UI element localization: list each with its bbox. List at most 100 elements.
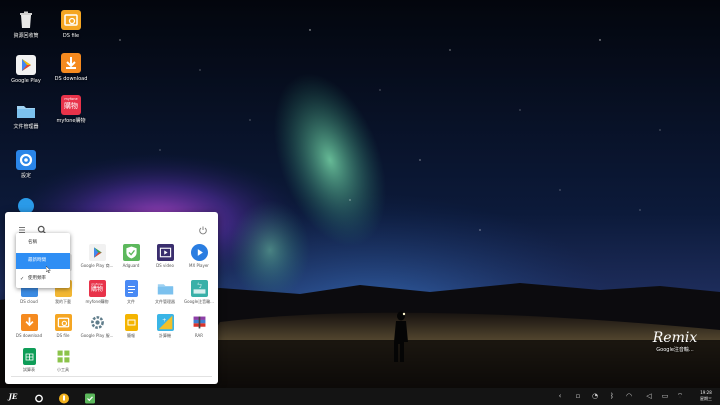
app-tile-slides[interactable]: 簡報	[113, 314, 149, 338]
wifi-icon[interactable]: ◠	[624, 391, 634, 401]
app-label: 文件管理器	[155, 299, 175, 304]
app-tile-ds-file[interactable]: DS file	[45, 314, 81, 338]
volume-icon[interactable]: ◁	[644, 391, 654, 401]
tray-expand-icon[interactable]: ‹	[555, 391, 565, 401]
ds-download-icon	[20, 314, 38, 331]
desktop-icon-label: myfone購物	[56, 118, 86, 124]
desktop-icon-settings[interactable]: 設定	[0, 150, 52, 179]
app-tile-google-play[interactable]: Google Play 商...	[79, 244, 115, 268]
sort-option-frequency[interactable]: ✓ 使用頻率	[16, 271, 70, 287]
play-icon	[190, 244, 208, 261]
mouse-cursor	[45, 258, 51, 274]
app-label: Google Play 服...	[80, 333, 114, 338]
video-icon	[156, 244, 174, 261]
power-icon[interactable]	[198, 220, 208, 235]
myfone-icon: myfone 購物	[61, 95, 81, 115]
app-label: Google Play 商...	[80, 263, 114, 268]
watermark-label: Google注音輸...	[656, 347, 694, 353]
app-tile-mx-player[interactable]: MX Player	[181, 244, 217, 268]
app-tile-rar[interactable]: RAR	[181, 314, 217, 338]
desktop-icon-ds-download[interactable]: DS download	[45, 53, 97, 82]
app-tile-calculator[interactable]: + 計算機	[147, 314, 183, 338]
keyboard-icon[interactable]: ▭	[660, 391, 670, 401]
app-tile-play-services[interactable]: Google Play 服...	[79, 314, 115, 338]
play-store-icon	[88, 244, 106, 261]
folder-icon	[157, 280, 174, 297]
app-label: 計算機	[159, 333, 171, 338]
search-icon[interactable]	[37, 220, 47, 235]
app-label: DS video	[156, 263, 174, 268]
wifi-signal-icon[interactable]: ⌔	[675, 391, 685, 401]
sort-icon[interactable]	[17, 220, 27, 233]
sheets-icon	[22, 348, 36, 365]
myfone-icon: myfone 購物	[88, 280, 106, 297]
app-label: DS download	[15, 333, 43, 338]
play-store-icon	[16, 55, 36, 75]
app-label: Adguard	[122, 263, 140, 268]
app-label: Google注音輸...	[184, 299, 214, 304]
tray-app-icon[interactable]: ▫	[573, 391, 583, 401]
desktop-icon-ds-file[interactable]: DS file	[45, 10, 97, 39]
myfone-badge-big: 購物	[64, 102, 78, 110]
shield-icon	[122, 244, 140, 261]
sort-option-name[interactable]: 名稱	[16, 235, 70, 251]
svg-text:ㄅ: ㄅ	[196, 282, 202, 290]
menu-divider	[11, 376, 212, 377]
app-tile-ds-video[interactable]: DS video	[147, 244, 183, 268]
slides-icon	[124, 314, 138, 331]
remix-logo-text: Remix	[652, 330, 698, 346]
check-icon: ✓	[20, 276, 25, 282]
app-tile-ds-download[interactable]: DS download	[11, 314, 47, 338]
app-tile-google-zhuyin[interactable]: ㄅ Google注音輸...	[181, 280, 217, 304]
document-icon	[124, 280, 138, 297]
app-label: MX Player	[189, 263, 209, 268]
widgets-icon	[55, 348, 72, 365]
folder-icon	[16, 101, 36, 121]
app-label: DS cloud	[20, 299, 38, 304]
desktop-icon-label: DS file	[62, 33, 80, 39]
sort-dropdown: 名稱 最新時間 ✓ 使用頻率	[16, 233, 70, 288]
myfone-badge-text: myfone	[64, 97, 78, 101]
app-label: DS file	[56, 333, 70, 338]
sort-option-label: 最新時間	[28, 258, 46, 263]
desktop-icon-label: DS download	[54, 76, 88, 82]
app-label: 小工具	[57, 367, 69, 372]
ds-file-icon	[61, 10, 81, 30]
clock[interactable]: 19:28 星期三	[700, 390, 712, 402]
app-tile-myfone[interactable]: myfone 購物 myfone購物	[79, 280, 115, 304]
svg-text:+: +	[162, 318, 166, 324]
home-circle-icon[interactable]	[33, 390, 45, 403]
taskbar-app-adguard-icon[interactable]	[84, 390, 96, 404]
tray-battery-icon[interactable]: ◔	[590, 391, 600, 401]
app-tile-adguard[interactable]: Adguard	[113, 244, 149, 268]
taskbar-app-yellow-icon[interactable]	[58, 390, 70, 404]
taskbar: JE ‹ ▫ ◔ ᛒ ◠ ◁ ▭ ⌔ 19:28 星期三	[0, 388, 720, 405]
app-tile-widgets[interactable]: 小工具	[45, 348, 81, 372]
calculator-icon: +	[156, 314, 174, 331]
sort-option-label: 名稱	[28, 240, 37, 245]
app-label: myfone購物	[85, 299, 109, 304]
ds-file-icon	[54, 314, 72, 331]
desktop-icon-label: 設定	[20, 173, 31, 179]
app-tile-file-manager[interactable]: 文件管理器	[147, 280, 183, 304]
app-label: 我的下載	[55, 299, 71, 304]
app-label: RAR	[194, 333, 204, 338]
bluetooth-icon[interactable]: ᛒ	[607, 391, 617, 401]
gear-icon	[89, 314, 106, 331]
trash-icon	[16, 10, 36, 30]
sort-option-latest[interactable]: 最新時間	[16, 253, 70, 269]
desktop-icon-label: 文件管理器	[13, 124, 39, 130]
sort-option-label: 使用頻率	[28, 276, 46, 281]
clock-date: 星期三	[700, 396, 712, 401]
app-tile-sheets[interactable]: 試算表	[11, 348, 47, 372]
app-tile-docs[interactable]: 文件	[113, 280, 149, 304]
desktop-icon-myfone[interactable]: myfone 購物 myfone購物	[45, 95, 97, 124]
app-label: 試算表	[23, 367, 35, 372]
gear-icon	[16, 150, 36, 170]
myfone-badge-big: 購物	[90, 286, 103, 293]
start-button[interactable]: JE	[4, 390, 22, 403]
app-label: 簡報	[127, 333, 135, 338]
rar-icon	[191, 314, 208, 331]
ds-download-icon	[61, 53, 81, 73]
remix-watermark: Remix Google注音輸...	[650, 330, 700, 354]
